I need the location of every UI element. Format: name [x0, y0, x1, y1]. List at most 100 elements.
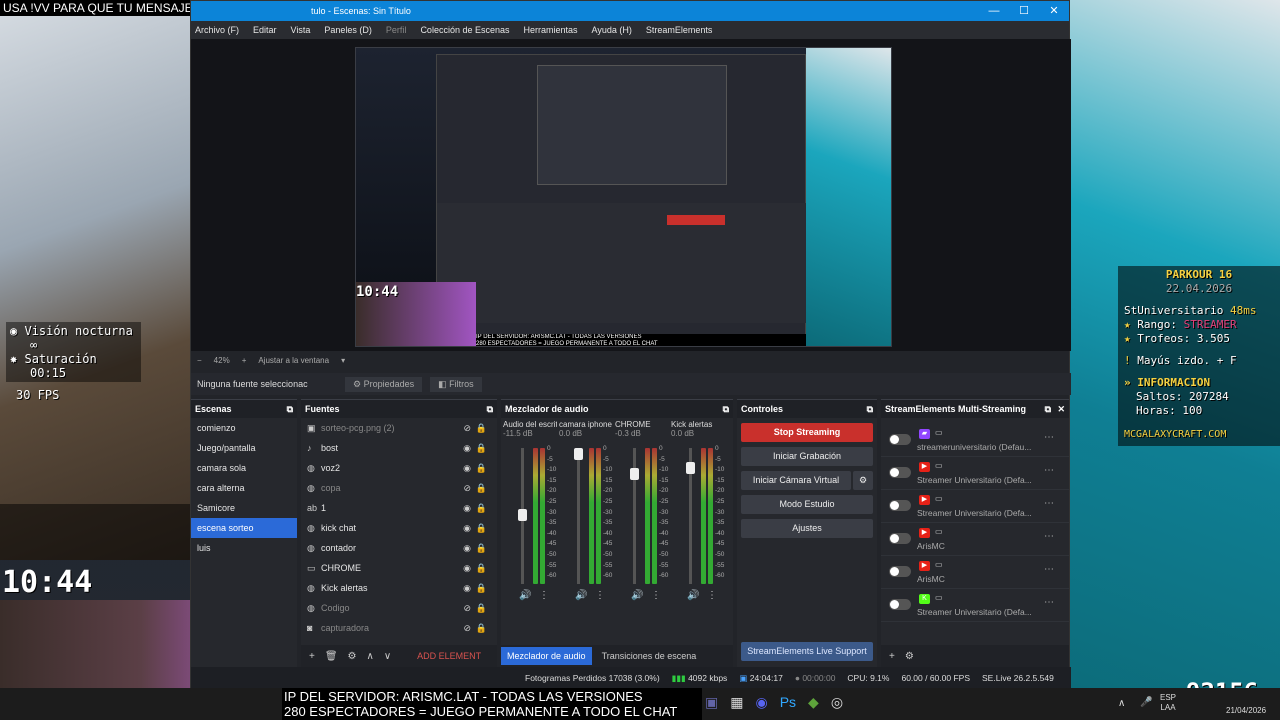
volume-slider[interactable]	[518, 448, 527, 584]
source-item[interactable]: ◍ kick chat ◉ 🔒	[301, 518, 497, 538]
volume-slider[interactable]	[574, 448, 583, 584]
source-item[interactable]: ♪ bost ◉ 🔒	[301, 438, 497, 458]
tab-mixer[interactable]: Mezclador de audio	[501, 647, 592, 665]
channel-menu-icon[interactable]: ⋮	[539, 590, 549, 601]
properties-button[interactable]: ⚙ Propiedades	[345, 376, 423, 392]
lock-icon[interactable]: 🔒	[476, 518, 487, 538]
channel-menu-icon[interactable]: ⋮	[651, 590, 661, 601]
volume-knob[interactable]	[574, 448, 583, 460]
more-options-icon[interactable]: ⋯	[1044, 432, 1055, 443]
teams-icon[interactable]: ▣	[705, 694, 718, 711]
source-item[interactable]: ab 1 ◉ 🔒	[301, 498, 497, 518]
virtual-camera-gear-icon[interactable]: ⚙	[853, 471, 873, 490]
settings-icon[interactable]: ⚙	[348, 651, 357, 662]
more-options-icon[interactable]: ⋯	[1044, 564, 1055, 575]
menu-herramientas[interactable]: Herramientas	[524, 21, 578, 39]
visibility-eye-icon[interactable]: ◉	[463, 438, 471, 458]
source-item[interactable]: ◍ contador ◉ 🔒	[301, 538, 497, 558]
scene-item[interactable]: Samicore	[191, 498, 297, 518]
lock-icon[interactable]: 🔒	[476, 578, 487, 598]
undock-icon[interactable]: ⧉	[1045, 400, 1051, 418]
discord-icon[interactable]: ◉	[755, 694, 767, 711]
source-item[interactable]: ▣ sorteo-pcg.png (2) ⊘ 🔒	[301, 418, 497, 438]
undock-icon[interactable]: ⧉	[723, 400, 729, 418]
start-recording-button[interactable]: Iniciar Grabación	[741, 447, 873, 466]
close-button[interactable]: ✕	[1039, 1, 1069, 21]
visibility-eye-icon[interactable]: ◉	[463, 498, 471, 518]
filters-button[interactable]: ◧ Filtros	[430, 376, 482, 392]
settings-icon[interactable]: ⚙	[905, 651, 914, 662]
lock-icon[interactable]: 🔒	[476, 458, 487, 478]
visibility-eye-icon[interactable]: ◉	[463, 578, 471, 598]
stream-toggle[interactable]	[889, 533, 911, 544]
scene-item[interactable]: comienzo	[191, 418, 297, 438]
down-icon[interactable]: ∨	[384, 651, 391, 662]
lock-icon[interactable]: 🔒	[476, 418, 487, 438]
undock-icon[interactable]: ⧉	[867, 400, 873, 418]
minecraft-icon[interactable]: ◆	[808, 694, 819, 711]
preview-canvas[interactable]: 10:44 IP DEL SERVIDOR: ARISMC.LAT - TODA…	[355, 47, 892, 347]
stream-toggle[interactable]	[889, 566, 911, 577]
source-item[interactable]: ◍ voz2 ◉ 🔒	[301, 458, 497, 478]
menu-paneles[interactable]: Paneles (D)	[324, 21, 372, 39]
zoom-in-icon[interactable]: +	[242, 351, 247, 371]
more-options-icon[interactable]: ⋯	[1044, 597, 1055, 608]
undock-icon[interactable]: ⧉	[287, 400, 293, 418]
preview-area[interactable]: 10:44 IP DEL SERVIDOR: ARISMC.LAT - TODA…	[191, 39, 1071, 351]
scene-item[interactable]: camara sola	[191, 458, 297, 478]
visibility-eye-icon[interactable]: ⊘	[463, 598, 471, 618]
add-icon[interactable]: +	[309, 651, 315, 662]
source-item[interactable]: ◍ Kick alertas ◉ 🔒	[301, 578, 497, 598]
more-options-icon[interactable]: ⋯	[1044, 498, 1055, 509]
menu-ayuda[interactable]: Ayuda (H)	[592, 21, 632, 39]
up-icon[interactable]: ∧	[367, 651, 374, 662]
volume-knob[interactable]	[518, 509, 527, 522]
studio-mode-button[interactable]: Modo Estudio	[741, 495, 873, 514]
speaker-icon[interactable]: 🔊	[519, 590, 531, 601]
channel-menu-icon[interactable]: ⋮	[595, 590, 605, 601]
virtual-camera-button[interactable]: Iniciar Cámara Virtual	[741, 471, 851, 490]
visibility-eye-icon[interactable]: ◉	[463, 558, 471, 578]
scene-item[interactable]: cara alterna	[191, 478, 297, 498]
trash-icon[interactable]: 🗑	[325, 651, 338, 662]
store-icon[interactable]: ▦	[730, 694, 743, 711]
photoshop-icon[interactable]: Ps	[780, 694, 796, 711]
menu-vista[interactable]: Vista	[291, 21, 311, 39]
stream-toggle[interactable]	[889, 434, 911, 445]
fit-window[interactable]: Ajustar a la ventana	[258, 351, 329, 371]
more-options-icon[interactable]: ⋯	[1044, 531, 1055, 542]
source-item[interactable]: ◍ copa ⊘ 🔒	[301, 478, 497, 498]
speaker-icon[interactable]: 🔊	[687, 590, 699, 601]
maximize-button[interactable]: ☐	[1009, 1, 1039, 21]
volume-knob[interactable]	[630, 468, 639, 481]
visibility-eye-icon[interactable]: ◉	[463, 538, 471, 558]
undock-icon[interactable]: ⧉	[487, 400, 493, 418]
speaker-icon[interactable]: 🔊	[575, 590, 587, 601]
menu-streamelements[interactable]: StreamElements	[646, 21, 713, 39]
volume-knob[interactable]	[686, 461, 695, 474]
channel-menu-icon[interactable]: ⋮	[707, 590, 717, 601]
visibility-eye-icon[interactable]: ◉	[463, 518, 471, 538]
menu-editar[interactable]: Editar	[253, 21, 277, 39]
tray-chevron-icon[interactable]: ∧	[1118, 698, 1125, 709]
lock-icon[interactable]: 🔒	[476, 618, 487, 638]
menu-coleccion[interactable]: Colección de Escenas	[420, 21, 509, 39]
scene-item-selected[interactable]: escena sorteo	[191, 518, 297, 538]
add-icon[interactable]: +	[889, 651, 895, 662]
close-dock-icon[interactable]: ✕	[1057, 400, 1065, 418]
visibility-eye-icon[interactable]: ◉	[463, 458, 471, 478]
minimize-button[interactable]: —	[979, 1, 1009, 21]
add-element-button[interactable]: ADD ELEMENT	[417, 651, 481, 661]
fit-dropdown-icon[interactable]: ▾	[341, 351, 345, 371]
stream-toggle[interactable]	[889, 500, 911, 511]
volume-slider[interactable]	[686, 448, 695, 584]
lock-icon[interactable]: 🔒	[476, 438, 487, 458]
stream-toggle[interactable]	[889, 599, 911, 610]
visibility-eye-icon[interactable]: ⊘	[463, 418, 471, 438]
lock-icon[interactable]: 🔒	[476, 478, 487, 498]
language-indicator[interactable]: ESP LAA	[1160, 693, 1176, 713]
volume-slider[interactable]	[630, 448, 639, 584]
mic-icon[interactable]: 🎤	[1140, 697, 1152, 708]
lock-icon[interactable]: 🔒	[476, 558, 487, 578]
menu-archivo[interactable]: Archivo (F)	[195, 21, 239, 39]
